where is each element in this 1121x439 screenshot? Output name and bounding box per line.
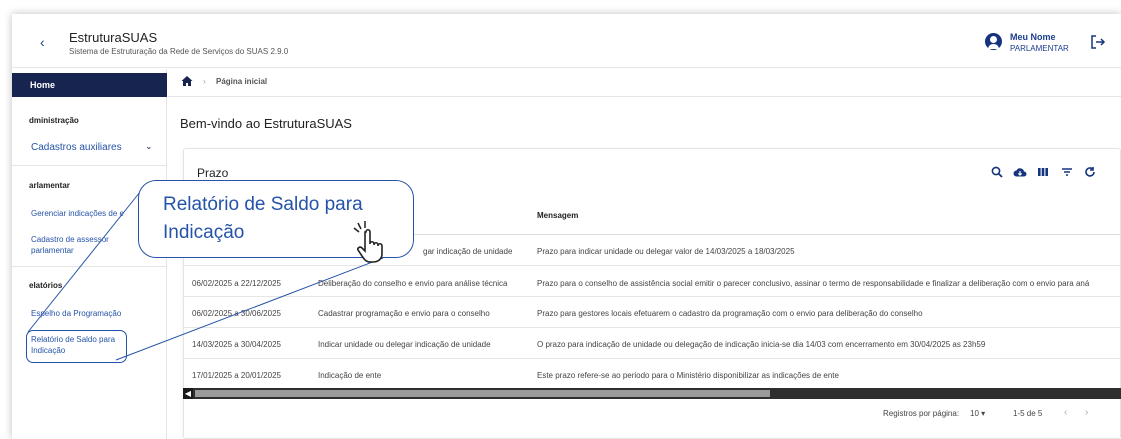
rows-per-page-label: Registros por página: xyxy=(883,409,960,418)
scroll-thumb[interactable] xyxy=(195,390,770,397)
sidebar-item-cadastro-assessor[interactable]: Cadastro de assessor parlamentar xyxy=(31,234,109,256)
sidebar-item-home[interactable]: Home xyxy=(12,73,167,97)
pagination-range: 1-5 de 5 xyxy=(1013,409,1043,418)
sidebar-item-gerenciar-indicacoes[interactable]: Gerenciar indicações de e xyxy=(31,208,124,219)
breadcrumb-current: Página inicial xyxy=(216,77,268,86)
cell-message: Prazo para gestores locais efetuarem o c… xyxy=(537,309,923,318)
column-header-mensagem[interactable]: Mensagem xyxy=(537,211,578,220)
cell-action: Indicação de ente xyxy=(318,371,382,380)
cell-message: O prazo para indicação de unidade ou del… xyxy=(537,340,986,349)
cloud-download-icon[interactable] xyxy=(1013,165,1027,179)
cell-action: Indicar unidade ou delegar indicação de … xyxy=(318,340,491,349)
cell-message: Prazo para o conselho de assistência soc… xyxy=(537,279,1090,288)
sidebar-item-cadastros-auxiliares[interactable]: Cadastros auxiliares xyxy=(31,142,122,153)
app-header xyxy=(12,14,1121,68)
pointing-hand-icon xyxy=(353,221,383,263)
breadcrumb xyxy=(168,69,1121,97)
sidebar-item-relatorio-saldo[interactable]: Relatório de Saldo para Indicação xyxy=(31,334,115,356)
cell-action: Cadastrar programação e envio para o con… xyxy=(318,309,490,318)
cell-period: 06/02/2025 a 22/12/2025 xyxy=(192,279,281,288)
rows-per-page-select[interactable]: 10 ▾ xyxy=(970,409,985,418)
refresh-icon[interactable] xyxy=(1083,165,1097,179)
breadcrumb-separator: › xyxy=(203,77,206,86)
cell-action: gar indicação de unidade xyxy=(423,247,513,256)
sidebar-divider xyxy=(12,165,167,166)
cell-message: Prazo para indicar unidade ou delegar va… xyxy=(537,247,795,256)
cell-action: Deliberação do conselho e envio para aná… xyxy=(318,279,508,288)
columns-icon[interactable] xyxy=(1036,165,1050,179)
search-icon[interactable] xyxy=(990,165,1004,179)
previous-page-icon[interactable]: ‹ xyxy=(1064,407,1067,418)
sidebar-section-relatorios: elatórios xyxy=(29,281,63,290)
horizontal-scrollbar[interactable]: ◀ xyxy=(183,388,1121,399)
filter-icon[interactable] xyxy=(1060,165,1074,179)
sidebar-item-espelho-programacao[interactable]: Espelho da Programação xyxy=(31,308,121,319)
cell-period: 06/02/2025 a 30/06/2025 xyxy=(192,309,281,318)
scroll-left-icon[interactable]: ◀ xyxy=(183,388,193,399)
app-title: EstruturaSUAS xyxy=(69,30,158,45)
next-page-icon[interactable]: › xyxy=(1085,407,1088,418)
chevron-down-icon[interactable]: ⌄ xyxy=(145,141,155,151)
logout-icon[interactable] xyxy=(1090,34,1106,50)
cell-period: 17/01/2025 a 20/01/2025 xyxy=(192,371,281,380)
sidebar-section-parlamentar: arlamentar xyxy=(29,181,70,190)
home-icon[interactable] xyxy=(181,75,193,87)
cell-period: 14/03/2025 a 30/04/2025 xyxy=(192,340,281,349)
app-subtitle: Sistema de Estruturação da Rede de Servi… xyxy=(69,47,289,56)
account-circle-icon[interactable] xyxy=(985,33,1002,50)
sidebar-divider xyxy=(12,266,167,267)
chevron-left-icon[interactable]: ‹ xyxy=(40,34,45,50)
user-name[interactable]: Meu Nome xyxy=(1010,32,1056,42)
rows-per-page-value: 10 xyxy=(970,409,979,418)
callout-text-line1: Relatório de Saldo para xyxy=(163,194,363,215)
user-role: PARLAMENTAR xyxy=(1010,44,1069,53)
card-title: Prazo xyxy=(197,166,229,180)
sidebar-section-administracao: dministração xyxy=(29,116,79,125)
cell-message: Este prazo refere-se ao periodo para o M… xyxy=(537,371,839,380)
page-title: Bem-vindo ao EstruturaSUAS xyxy=(180,116,352,131)
